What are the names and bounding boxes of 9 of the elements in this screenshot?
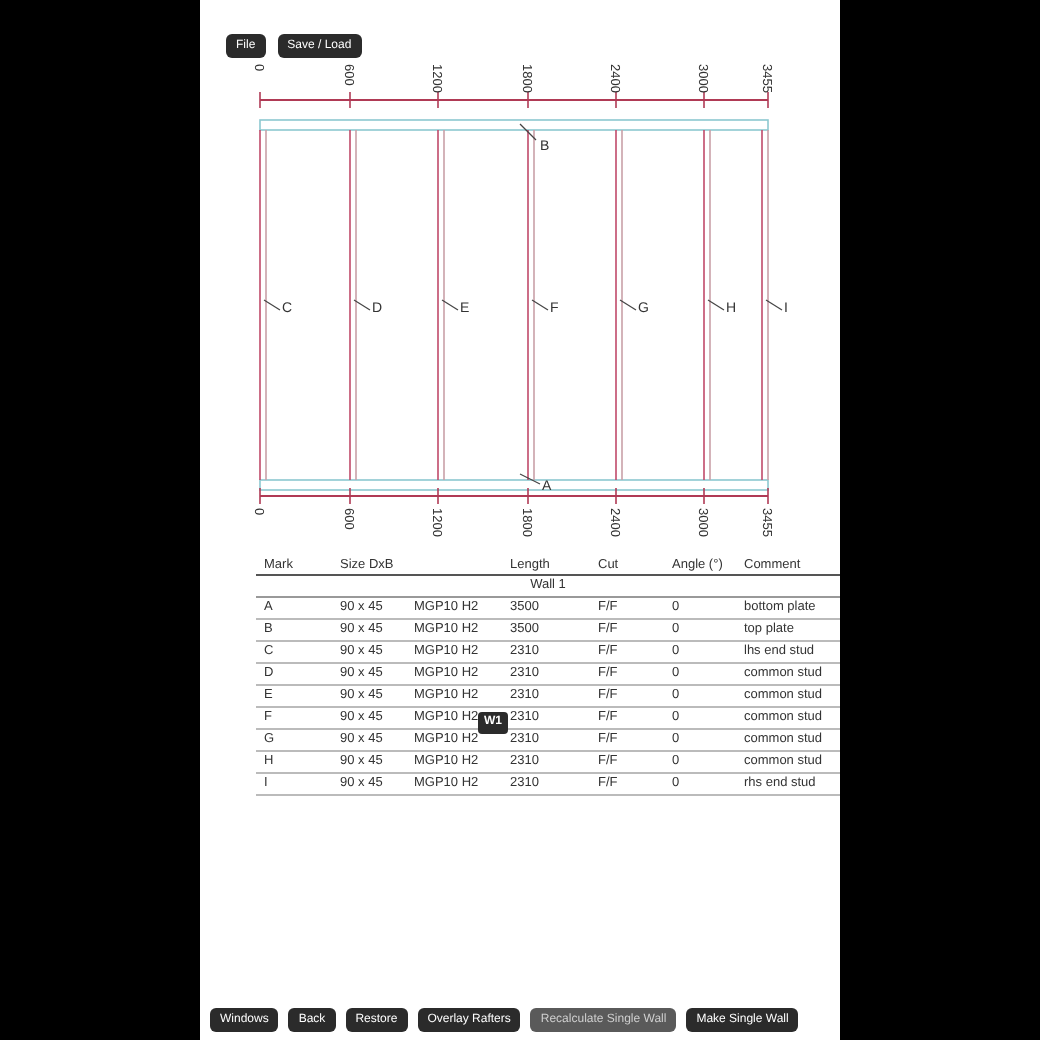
leader-line	[707, 299, 725, 311]
leader-line	[619, 299, 637, 311]
leader-line	[531, 299, 549, 311]
leader-line	[353, 299, 371, 311]
leader-line	[519, 123, 537, 141]
leader-line	[765, 299, 783, 311]
leader-line	[441, 299, 459, 311]
leader-line	[263, 299, 281, 311]
leader-line	[519, 473, 541, 485]
